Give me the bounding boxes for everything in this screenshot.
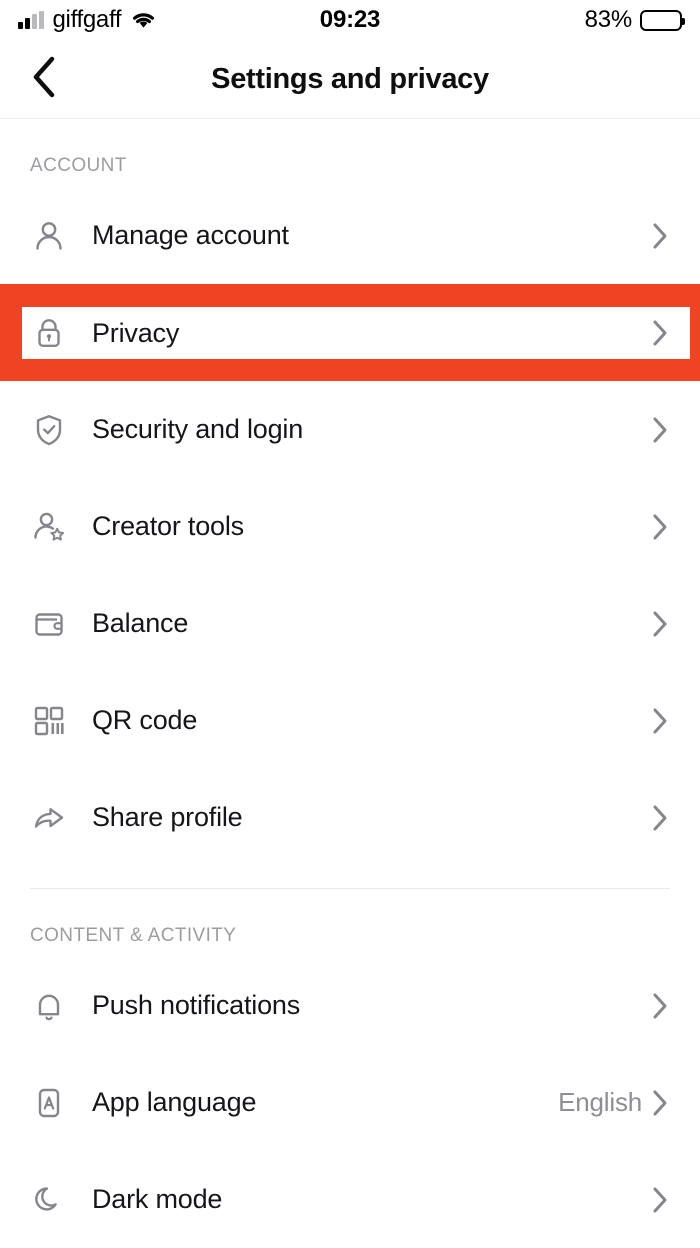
list-item-label: Privacy <box>92 317 180 348</box>
section-header-account: ACCOUNT <box>30 155 127 176</box>
person-star-icon <box>30 509 68 545</box>
carrier-label: giffgaff <box>52 6 122 33</box>
signal-bars-icon <box>18 10 44 29</box>
letter-a-box-icon <box>30 1085 68 1121</box>
list-item-balance[interactable]: Balance <box>0 575 700 672</box>
moon-icon <box>30 1182 68 1218</box>
chevron-right-icon <box>652 513 678 541</box>
back-button[interactable] <box>20 55 68 103</box>
nav-header: Settings and privacy <box>0 40 700 119</box>
wifi-icon <box>130 10 157 30</box>
chevron-left-icon <box>31 56 57 103</box>
list-item-qr-code[interactable]: QR code <box>0 672 700 769</box>
list-item-label: Manage account <box>92 220 289 250</box>
battery-percent-label: 83% <box>584 6 633 33</box>
lock-icon <box>30 315 68 351</box>
qr-code-icon <box>30 704 68 738</box>
shield-check-icon <box>30 412 68 448</box>
wallet-icon <box>30 606 68 642</box>
bell-icon <box>30 988 68 1024</box>
list-item-label: QR code <box>92 705 198 735</box>
status-bar: giffgaff 09:23 83% <box>0 0 700 40</box>
list-item-privacy[interactable]: Privacy <box>22 307 690 359</box>
list-item-manage-account[interactable]: Manage account <box>0 187 700 284</box>
battery-icon <box>640 9 685 31</box>
chevron-right-icon <box>652 1089 678 1117</box>
chevron-right-icon <box>652 804 678 832</box>
list-item-label: Creator tools <box>92 511 244 541</box>
status-bar-right: 83% <box>584 6 685 34</box>
list-item-label: Security and login <box>92 414 304 444</box>
chevron-right-icon <box>652 1186 678 1214</box>
list-item-label: App language <box>92 1087 257 1117</box>
section-content-activity: CONTENT & ACTIVITY Push notifications Ap… <box>0 889 700 1248</box>
list-item-share-profile[interactable]: Share profile <box>0 769 700 866</box>
chevron-right-icon <box>652 319 678 347</box>
section-header-content-activity: CONTENT & ACTIVITY <box>30 925 237 946</box>
person-icon <box>30 218 68 254</box>
list-item-dark-mode[interactable]: Dark mode <box>0 1151 700 1248</box>
list-item-label: Share profile <box>92 802 243 832</box>
list-item-label: Push notifications <box>92 990 301 1020</box>
list-item-value: English <box>558 1087 642 1117</box>
chevron-right-icon <box>652 222 678 250</box>
list-item-creator-tools[interactable]: Creator tools <box>0 478 700 575</box>
list-item-security-and-login[interactable]: Security and login <box>0 381 700 478</box>
share-arrow-icon <box>30 800 68 836</box>
list-item-push-notifications[interactable]: Push notifications <box>0 957 700 1054</box>
list-item-label: Dark mode <box>92 1184 223 1214</box>
chevron-right-icon <box>652 416 678 444</box>
chevron-right-icon <box>652 707 678 735</box>
list-item-app-language[interactable]: App language English <box>0 1054 700 1151</box>
status-bar-left: giffgaff <box>18 6 157 34</box>
highlight-band-privacy: Privacy <box>0 284 700 381</box>
chevron-right-icon <box>652 992 678 1020</box>
list-item-label: Balance <box>92 608 189 638</box>
page-title: Settings and privacy <box>211 62 489 95</box>
section-account: ACCOUNT Manage account Privacy Security … <box>0 119 700 866</box>
chevron-right-icon <box>652 610 678 638</box>
